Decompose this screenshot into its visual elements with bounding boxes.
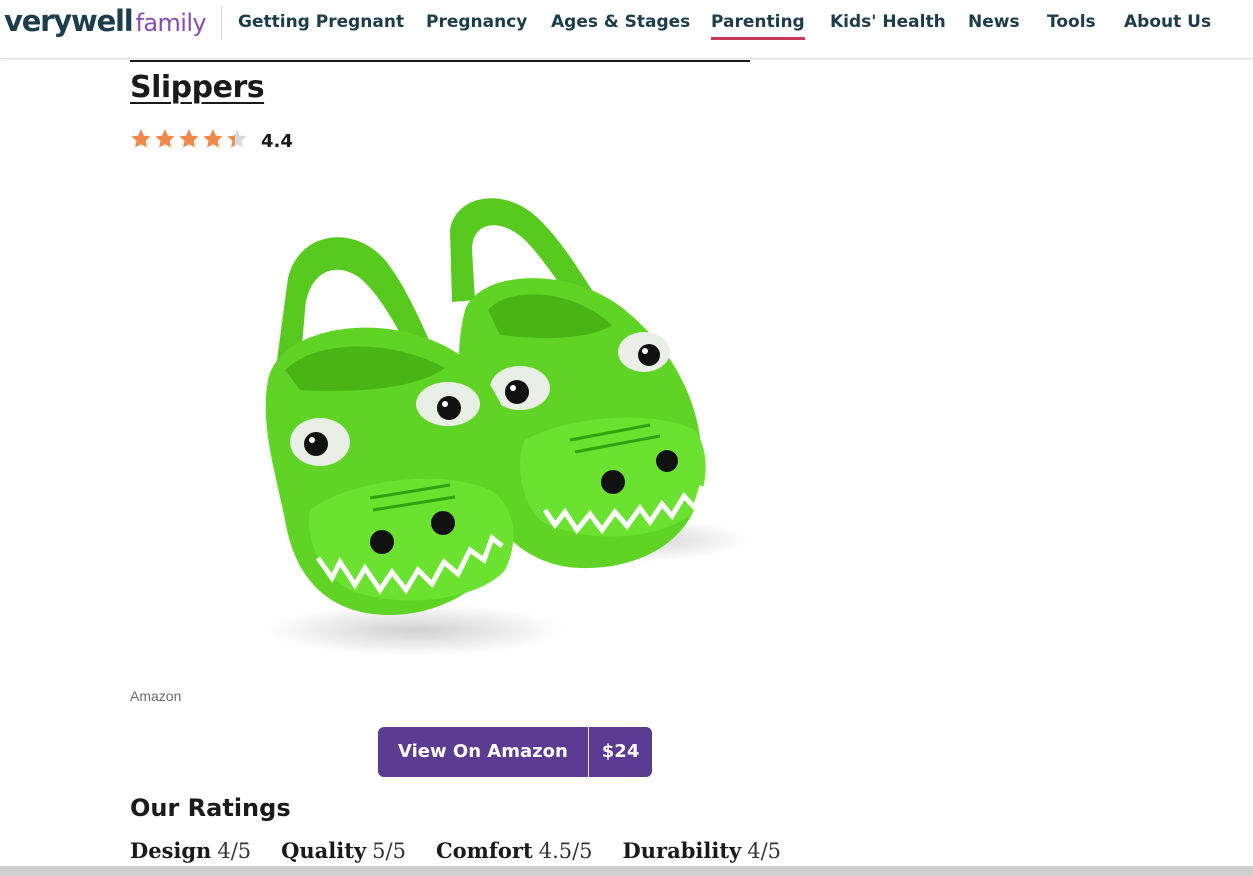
- logo-sub-text: family: [135, 9, 207, 37]
- rating-score: 4.5/5: [538, 839, 593, 863]
- rating-label: Durability: [622, 838, 742, 863]
- horizontal-scrollbar[interactable]: [0, 866, 1253, 876]
- rating-item-comfort: Comfort 4.5/5: [436, 838, 593, 863]
- rating-label: Comfort: [435, 838, 533, 863]
- rating-score: 4/5: [217, 839, 252, 863]
- nav-item-about-us[interactable]: About Us: [1124, 12, 1211, 32]
- star-icon: [227, 129, 247, 148]
- rating-item-quality: Quality 5/5: [281, 838, 406, 863]
- nav-item-parenting[interactable]: Parenting: [711, 12, 805, 40]
- rating-value: 4.4: [261, 130, 293, 152]
- rating-label: Quality: [281, 838, 367, 863]
- nav-item-ages-stages[interactable]: Ages & Stages: [551, 12, 690, 32]
- buy-button-price[interactable]: $24: [589, 727, 653, 777]
- buy-button-label[interactable]: View On Amazon: [378, 727, 589, 777]
- site-header: verywell family Getting Pregnant Pregnan…: [0, 0, 1253, 59]
- product-title[interactable]: Slippers: [130, 70, 265, 105]
- logo-divider: [221, 6, 222, 40]
- image-credit: Amazon: [130, 688, 182, 704]
- rating-item-design: Design 4/5: [130, 838, 251, 863]
- rating-label: Design: [130, 838, 212, 863]
- product-image: [265, 198, 750, 656]
- star-rating: 4.4: [130, 128, 293, 154]
- star-icon: [179, 129, 199, 148]
- logo-main-text: verywell: [4, 4, 134, 38]
- rating-item-durability: Durability 4/5: [623, 838, 781, 863]
- view-on-amazon-button[interactable]: View On Amazon $24: [378, 727, 653, 777]
- star-icon: [203, 129, 223, 148]
- stars-container: [130, 128, 250, 154]
- nav-item-getting-pregnant[interactable]: Getting Pregnant: [238, 12, 404, 32]
- nav-item-kids-health[interactable]: Kids' Health: [830, 12, 946, 32]
- our-ratings-heading: Our Ratings: [130, 794, 291, 822]
- nav-item-news[interactable]: News: [968, 12, 1020, 32]
- rating-score: 5/5: [372, 839, 406, 863]
- site-logo[interactable]: verywell family: [4, 4, 207, 40]
- rating-score: 4/5: [747, 839, 782, 863]
- star-icon: [131, 129, 151, 148]
- nav-item-pregnancy[interactable]: Pregnancy: [426, 12, 527, 32]
- ratings-row: Design 4/5 Quality 5/5 Comfort 4.5/5 Durabi…: [130, 838, 811, 863]
- star-icon: [155, 129, 175, 148]
- nav-item-tools[interactable]: Tools: [1047, 12, 1096, 32]
